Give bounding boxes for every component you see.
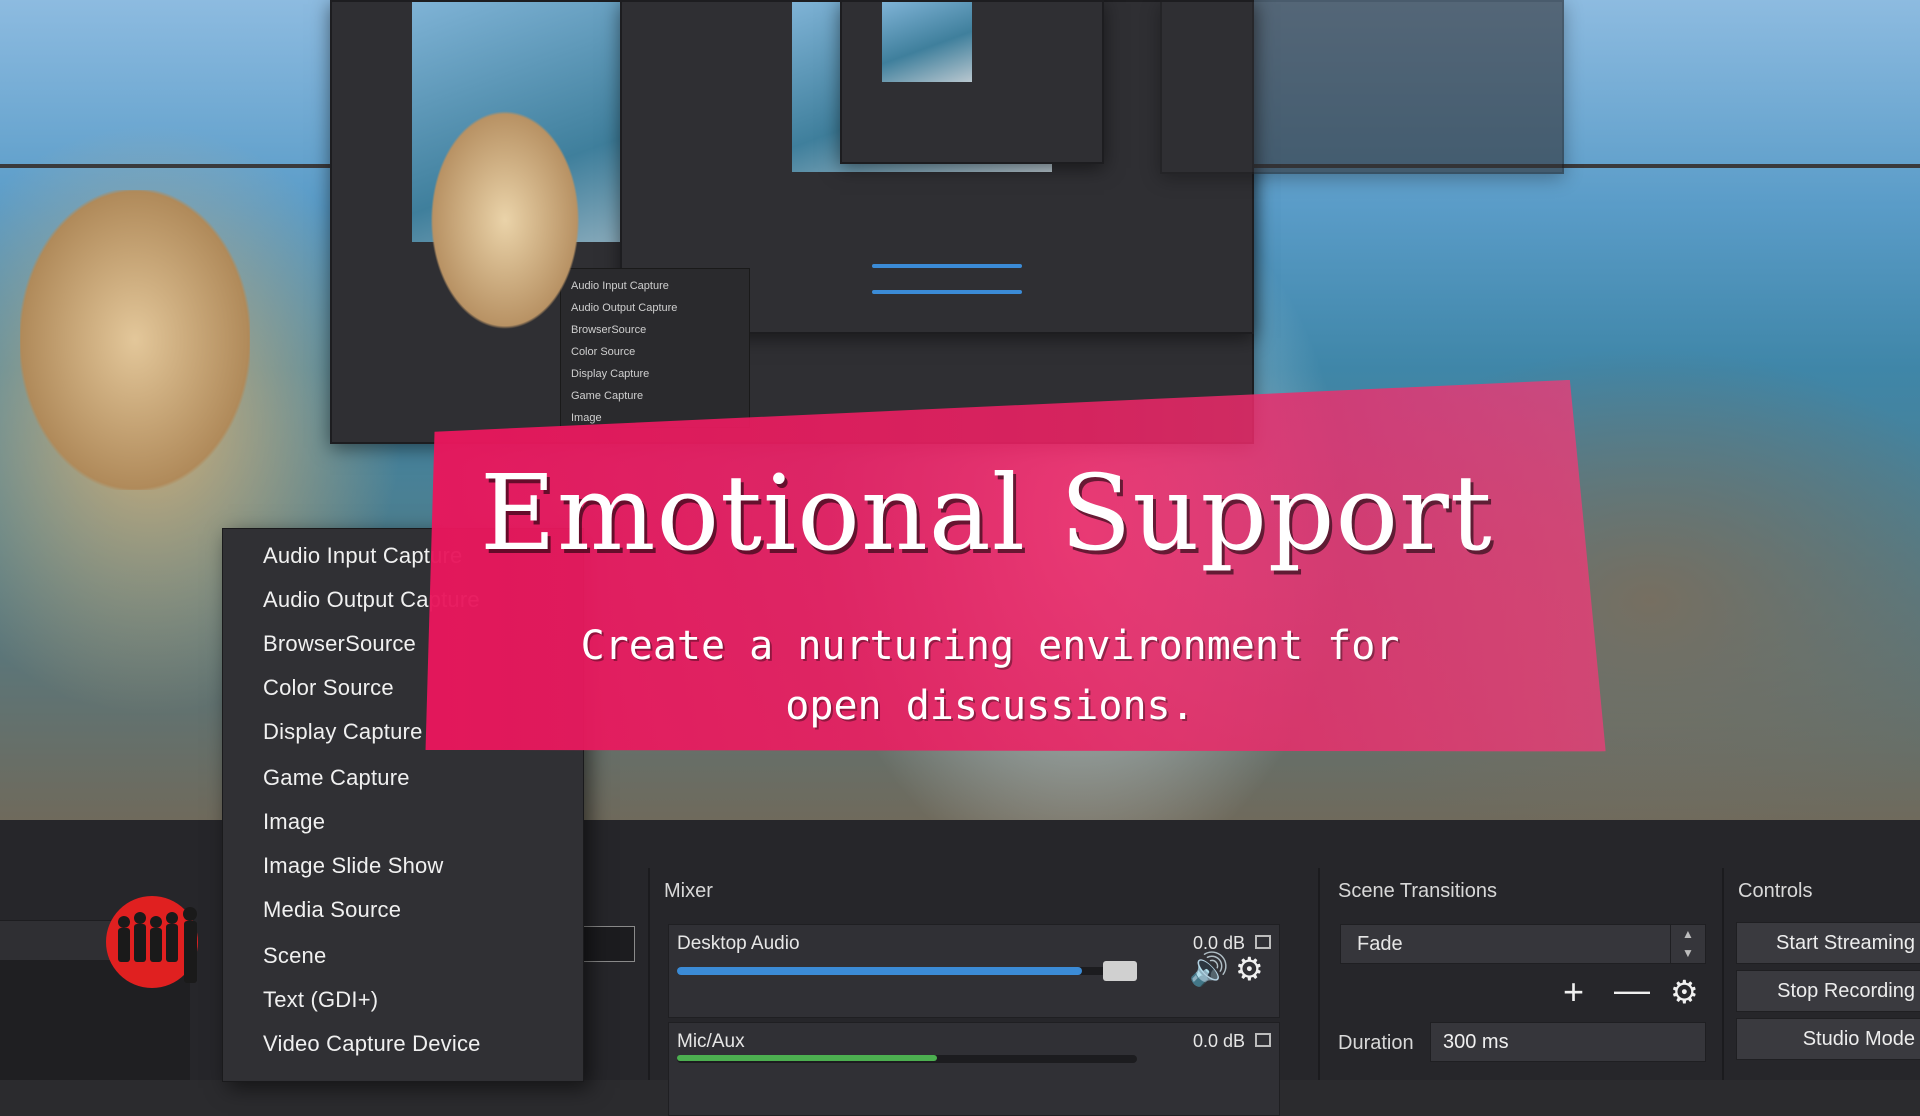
banner-title: Emotional Support: [480, 452, 1493, 574]
rock-shape: [20, 190, 250, 490]
duration-label: Duration: [1338, 1032, 1414, 1054]
audio-meter-fill: [677, 1055, 937, 1061]
channel-level: 0.0 dB: [1192, 1031, 1245, 1051]
stop-recording-button[interactable]: Stop Recording: [1736, 970, 1920, 1012]
logo: [100, 892, 204, 992]
volume-fill: [677, 967, 1082, 975]
mixer-title: Mixer: [664, 880, 713, 902]
gear-icon[interactable]: ⚙: [1670, 976, 1699, 1008]
menu-item-image-slide-show[interactable]: Image Slide Show: [263, 853, 444, 879]
menu-item-image[interactable]: Image: [263, 809, 325, 835]
plus-icon[interactable]: +: [1563, 974, 1584, 1010]
minus-icon[interactable]: —: [1614, 972, 1650, 1008]
banner-subtitle: Create a nurturing environment for open …: [470, 616, 1510, 736]
subtitle-line-1: Create a nurturing environment for: [580, 623, 1400, 669]
menu-item-text-gdi[interactable]: Text (GDI+): [263, 987, 378, 1013]
menu-item-color-source[interactable]: Color Source: [263, 675, 394, 701]
subtitle-line-2: open discussions.: [785, 683, 1195, 729]
sources-list[interactable]: [577, 926, 635, 962]
controls-title: Controls: [1738, 880, 1813, 902]
channel-name: Desktop Audio: [677, 933, 800, 954]
volume-slider[interactable]: [677, 961, 1137, 981]
gear-icon[interactable]: ⚙: [1235, 953, 1264, 985]
select-arrows-icon: ▲ ▼: [1670, 925, 1705, 963]
menu-item-display-capture[interactable]: Display Capture: [263, 719, 423, 745]
mixer-channel-desktop-audio: Desktop Audio 0.0 dB 🔊 ⚙: [668, 924, 1280, 1018]
transition-selected-value: Fade: [1357, 933, 1403, 955]
meter-icon: [1255, 1033, 1271, 1047]
nested-context-menu: Audio Input Capture Audio Output Capture…: [560, 268, 750, 428]
volume-slider-handle[interactable]: [1103, 961, 1137, 981]
rock-shape: [430, 110, 580, 330]
transition-select[interactable]: Fade ▲ ▼: [1340, 924, 1706, 964]
studio-mode-button[interactable]: Studio Mode: [1736, 1018, 1920, 1060]
menu-item-video-capture-device[interactable]: Video Capture Device: [263, 1031, 481, 1057]
menu-item-browser-source[interactable]: BrowserSource: [263, 631, 416, 657]
nested-window-4: [1160, 0, 1564, 174]
meter-icon: [1255, 935, 1271, 949]
duration-value: 300 ms: [1443, 1031, 1509, 1053]
speaker-icon[interactable]: 🔊: [1189, 953, 1229, 985]
channel-name: Mic/Aux: [677, 1031, 745, 1052]
nested-window-3: [840, 0, 1104, 164]
mixer-channel-mic-aux: Mic/Aux 0.0 dB: [668, 1022, 1280, 1116]
volume-slider[interactable]: [677, 1055, 1137, 1063]
menu-item-media-source[interactable]: Media Source: [263, 897, 401, 923]
menu-item-game-capture[interactable]: Game Capture: [263, 765, 410, 791]
menu-item-scene[interactable]: Scene: [263, 943, 326, 969]
start-streaming-button[interactable]: Start Streaming: [1736, 922, 1920, 964]
duration-input[interactable]: 300 ms: [1430, 1022, 1706, 1062]
scene-transitions-title: Scene Transitions: [1338, 880, 1497, 902]
